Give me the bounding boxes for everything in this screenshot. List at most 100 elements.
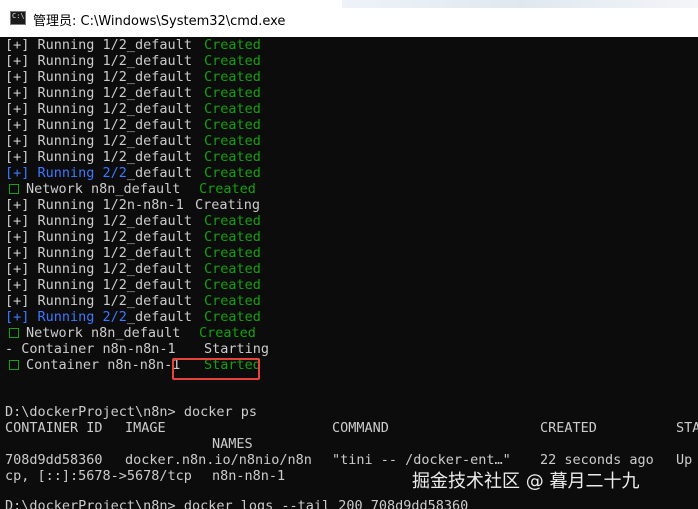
header-names: NAMES	[212, 436, 253, 452]
log-line: [+] Running 1/2_default Created	[5, 277, 261, 293]
cell-command: "tini -- /docker-ent…"	[332, 452, 511, 468]
cell-image: docker.n8n.io/n8nio/n8n	[125, 452, 312, 468]
ps-header-row: CONTAINER ID IMAGE COMMAND CREATED STA	[5, 420, 698, 436]
log-prefix: [+] Running 1/2	[5, 245, 127, 261]
header-created: CREATED	[540, 420, 597, 436]
log-name: _default	[126, 229, 192, 245]
log-name: _default	[126, 149, 192, 165]
window-titlebar[interactable]: C:\ 管理员: C:\Windows\System32\cmd.exe	[0, 0, 698, 38]
log-line: [+] Running 2/2_default Created	[5, 165, 261, 181]
header-image: IMAGE	[125, 420, 166, 436]
log-status: Created	[204, 229, 261, 245]
log-name: n-n8n-1	[126, 197, 184, 213]
log-line: [+] Running 1/2_default Created	[5, 101, 261, 117]
log-status: Created	[199, 181, 256, 197]
log-name: _default	[126, 309, 192, 325]
titlebar-background-strip	[342, 0, 698, 8]
log-status: Created	[204, 309, 261, 325]
log-status: Created	[204, 293, 261, 309]
log-prefix: [+] Running 1/2	[5, 213, 127, 229]
log-status: Created	[204, 133, 261, 149]
cmd-icon: C:\	[10, 11, 26, 25]
log-prefix: [+] Running 1/2	[5, 149, 127, 165]
log-name: _default	[126, 101, 192, 117]
log-line: [+] Running 2/2_default Created	[5, 309, 261, 325]
log-prefix: [+] Running 1/2	[5, 229, 127, 245]
log-name: _default	[126, 293, 192, 309]
log-line: [+] Running 1/2_default Created	[5, 245, 261, 261]
log-name: _default	[115, 325, 181, 341]
log-prefix: [+] Running 1/2	[5, 277, 127, 293]
header-container-id: CONTAINER ID	[5, 420, 103, 436]
cell-names: n8n-n8n-1	[212, 468, 286, 484]
log-line: [+] Running 1/2_default Created	[5, 85, 261, 101]
log-status: Created	[204, 85, 261, 101]
log-status: Created	[204, 277, 261, 293]
log-prefix: [+] Running 1/2	[5, 197, 127, 213]
next-prompt-path: D:\dockerProject\n8n>	[5, 498, 176, 509]
terminal-output[interactable]: [+] Running 1/2_default Created [+] Runnin…	[0, 37, 698, 509]
log-status: Created	[204, 213, 261, 229]
ps-data-row: 708d9dd58360 docker.n8n.io/n8nio/n8n "tini…	[5, 452, 692, 468]
log-name: _default	[126, 165, 192, 181]
log-name: _default	[115, 181, 181, 197]
log-status: Created	[204, 53, 261, 69]
log-prefix: [+] Running 2/2	[5, 309, 127, 325]
prompt-line: D:\dockerProject\n8n> docker ps	[5, 404, 257, 420]
log-status: Created	[204, 261, 261, 277]
window-title: 管理员: C:\Windows\System32\cmd.exe	[33, 14, 286, 29]
log-prefix: Container n8n-n8n-1	[26, 357, 181, 373]
log-prefix: - Container n8n-n8n-1	[5, 341, 176, 357]
log-prefix: [+] Running 1/2	[5, 117, 127, 133]
log-status: Created	[199, 325, 256, 341]
log-status: Created	[204, 101, 261, 117]
log-name: _default	[126, 277, 192, 293]
log-name: _default	[126, 53, 192, 69]
log-line: [+] Running 1/2_default Created	[5, 229, 261, 245]
log-line: [+] Running 1/2_default Created	[5, 261, 261, 277]
log-line: [+] Running 1/2n-n8n-1 Creating	[5, 197, 260, 213]
log-name: _default	[126, 133, 192, 149]
log-status: Created	[204, 37, 261, 53]
command-highlight-box	[172, 358, 260, 380]
log-line: [+] Running 1/2_default Created	[5, 37, 261, 53]
log-prefix: [+] Running 1/2	[5, 293, 127, 309]
cell-status: Up	[676, 452, 693, 468]
log-name: _default	[126, 261, 192, 277]
log-status: Created	[204, 149, 261, 165]
command-text: docker ps	[183, 404, 257, 420]
log-prefix: [+] Running 1/2	[5, 85, 127, 101]
log-prefix: [+] Running 2/2	[5, 165, 127, 181]
cell-ports: cp, [::]:5678->5678/tcp	[5, 468, 192, 484]
log-status: Created	[204, 165, 261, 181]
log-prefix: Network n8n	[26, 181, 116, 197]
log-status: Starting	[204, 341, 270, 357]
check-box-icon	[9, 184, 19, 194]
log-line: Network n8n_default Created	[5, 181, 256, 197]
log-status: Created	[204, 69, 261, 85]
log-line: [+] Running 1/2_default Created	[5, 53, 261, 69]
ps-data-row-wrap: cp, [::]:5678->5678/tcp n8n-n8n-1	[5, 468, 285, 484]
log-status: Created	[204, 117, 261, 133]
log-line: [+] Running 1/2_default Created	[5, 133, 261, 149]
log-prefix: Network n8n	[26, 325, 116, 341]
log-name: _default	[126, 117, 192, 133]
log-status: Created	[204, 245, 261, 261]
log-line: [+] Running 1/2_default Created	[5, 149, 261, 165]
log-prefix: [+] Running 1/2	[5, 133, 127, 149]
log-line: [+] Running 1/2_default Created	[5, 213, 261, 229]
log-name: _default	[126, 245, 192, 261]
check-box-icon	[9, 328, 19, 338]
log-prefix: [+] Running 1/2	[5, 37, 127, 53]
log-prefix: [+] Running 1/2	[5, 261, 127, 277]
log-line: [+] Running 1/2_default Created	[5, 117, 261, 133]
log-name: _default	[126, 85, 192, 101]
watermark: 掘金技术社区 @ 暮月二十九	[412, 471, 640, 492]
log-name: _default	[126, 69, 192, 85]
log-line: [+] Running 1/2_default Created	[5, 293, 261, 309]
prompt-path: D:\dockerProject\n8n>	[5, 404, 176, 420]
log-line: Network n8n_default Created	[5, 325, 256, 341]
cell-container-id: 708d9dd58360	[5, 452, 103, 468]
log-status: Creating	[195, 197, 261, 213]
log-line: Container n8n-n8n-1 Started	[5, 357, 261, 373]
